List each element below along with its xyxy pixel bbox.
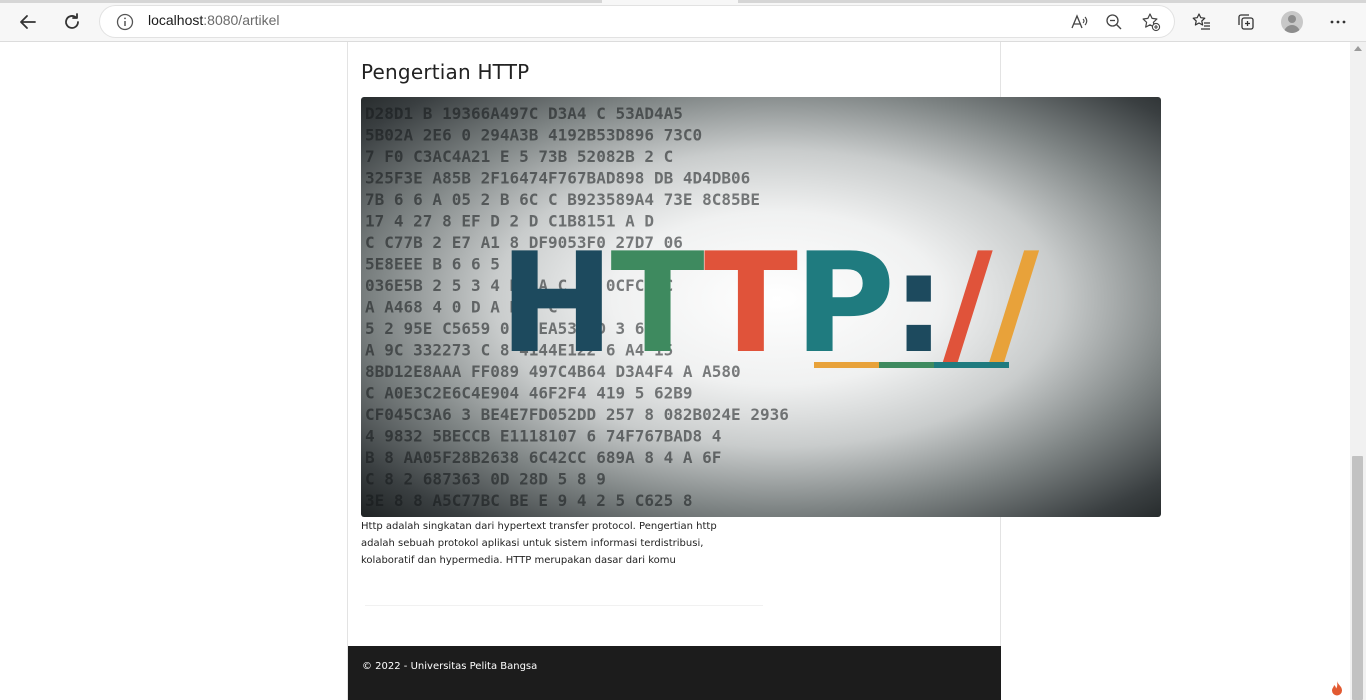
- code-line: 5B02A 2E6 0 294A3B 4192B53D896 73C0: [365, 126, 702, 145]
- code-line: 5E8EEE B 6 6 5: [365, 255, 500, 274]
- back-button[interactable]: [12, 6, 44, 38]
- logo-char: P: [794, 223, 891, 384]
- code-line: CF045C3A6 3 BE4E7FD052DD 257 8 082B024E …: [365, 405, 789, 424]
- refresh-button[interactable]: [56, 6, 88, 38]
- avatar-body: [1284, 25, 1300, 33]
- content-divider: [365, 605, 763, 606]
- http-logo: HTTP://: [499, 223, 1044, 384]
- logo-char: /: [989, 223, 1040, 384]
- profile-avatar[interactable]: [1281, 11, 1303, 33]
- code-line: 325F3E A85B 2F16474F767BAD898 DB 4D4DB06: [365, 169, 750, 188]
- scroll-up-arrow-icon[interactable]: [1354, 46, 1362, 51]
- url-path: :8080/artikel: [203, 12, 280, 28]
- logo-char: T: [611, 223, 705, 384]
- zoom-button[interactable]: [1103, 11, 1125, 33]
- read-aloud-icon: [1071, 14, 1088, 29]
- logo-char: T: [704, 223, 798, 384]
- article-title[interactable]: Pengertian HTTP: [361, 60, 529, 84]
- info-icon[interactable]: [116, 13, 134, 31]
- http-illustration: D28D1 B 19366A497C D3A4 C 53AD4A5 5B02A 2…: [365, 104, 1044, 510]
- url-host: localhost: [148, 12, 204, 28]
- vertical-scrollbar[interactable]: [1350, 42, 1366, 700]
- flame-icon: [1332, 681, 1342, 696]
- code-line: 4 9832 5BECCB E1118107 6 74F767BAD8 4: [365, 427, 721, 446]
- refresh-icon: [65, 13, 79, 29]
- arrow-left-icon: [20, 15, 36, 29]
- code-line: B 8 AA05F28B2638 6C42CC 689A 8 4 A 6F: [365, 448, 721, 467]
- avatar-head: [1288, 15, 1296, 23]
- logo-char: /: [942, 223, 993, 384]
- read-aloud-button[interactable]: [1068, 11, 1090, 33]
- collections-button[interactable]: [1230, 6, 1262, 38]
- article-summary: Http adalah singkatan dari hypertext tra…: [361, 521, 717, 566]
- more-menu-button[interactable]: [1322, 6, 1354, 38]
- logo-char: H: [499, 223, 611, 384]
- code-line: 7B 6 6 A 05 2 B 6C C B923589A4 73E 8C85B…: [365, 190, 760, 209]
- more-dots-icon: [1330, 20, 1346, 24]
- logo-underline-green: [879, 362, 934, 368]
- scrollbar-thumb[interactable]: [1352, 456, 1363, 700]
- url-text[interactable]: localhost:8080/artikel: [148, 12, 280, 28]
- footer-copyright: © 2022 - Universitas Pelita Bangsa: [362, 661, 538, 672]
- favorites-button[interactable]: [1186, 6, 1218, 38]
- page-viewport: Pengertian HTTP D28D1 B 19366A497C D3A4 …: [0, 42, 1366, 700]
- collections-icon: [1238, 14, 1254, 30]
- code-line: C A0E3C2E6C4E904 46F2F4 419 5 62B9: [365, 384, 693, 403]
- article-image: D28D1 B 19366A497C D3A4 C 53AD4A5 5B02A 2…: [361, 97, 1161, 517]
- http-logo-text: HTTP://: [499, 223, 1040, 384]
- logo-underline-teal: [934, 362, 1009, 368]
- address-bar[interactable]: localhost:8080/artikel: [100, 6, 1174, 37]
- logo-underline-orange: [814, 362, 879, 368]
- favorites-list-icon: [1192, 13, 1210, 30]
- code-line: C 8 2 687363 0D 28D 5 8 9: [365, 470, 606, 489]
- logo-char: :: [891, 223, 942, 384]
- code-line: 7 F0 C3AC4A21 E 5 73B 52082B 2 C: [365, 147, 673, 166]
- add-favorite-button[interactable]: [1140, 11, 1162, 33]
- dev-toolbar-button[interactable]: [1327, 678, 1347, 698]
- zoom-out-icon: [1106, 14, 1122, 30]
- site-footer: © 2022 - Universitas Pelita Bangsa: [348, 646, 1001, 700]
- browser-toolbar: localhost:8080/artikel: [0, 3, 1366, 42]
- code-line: D28D1 B 19366A497C D3A4 C 53AD4A5: [365, 104, 683, 123]
- code-line: 3E 8 8 A5C77BC BE E 9 4 2 5 C625 8: [365, 491, 693, 510]
- star-add-icon: [1142, 13, 1161, 32]
